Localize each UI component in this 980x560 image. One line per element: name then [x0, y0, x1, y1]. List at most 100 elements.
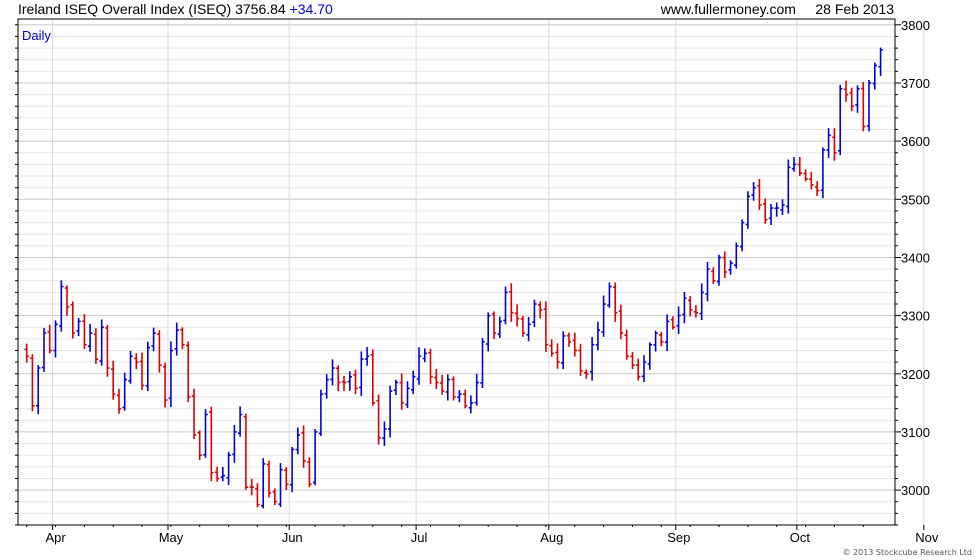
ohlc-bar — [705, 262, 710, 302]
ohlc-bar — [486, 312, 491, 352]
ohlc-bar — [157, 330, 162, 373]
x-tick-label: Nov — [915, 530, 939, 545]
ohlc-bar — [549, 339, 554, 357]
ohlc-bar — [474, 373, 479, 406]
ohlc-bar — [803, 169, 808, 182]
ohlc-bar — [330, 359, 335, 386]
ohlc-bar — [711, 267, 716, 284]
ohlc-bar — [555, 343, 560, 369]
ohlc-bar — [618, 304, 624, 340]
ohlc-bar — [324, 374, 329, 399]
ohlc-bar — [428, 348, 433, 385]
ohlc-bar — [647, 342, 652, 370]
ohlc-bar — [393, 379, 399, 396]
price-chart: 3000 3100 3200 3300 3400 3500 3600 3700 3800 Apr… — [15, 18, 972, 557]
copyright-text: © 2013 Stockcube Research Ltd — [842, 548, 972, 557]
ohlc-bar — [376, 394, 381, 445]
ohlc-bar — [30, 354, 35, 412]
ohlc-bar — [520, 316, 526, 337]
y-tick-label: 3200 — [901, 367, 930, 382]
ohlc-bar — [820, 147, 826, 199]
ohlc-bar — [336, 365, 341, 392]
ohlc-bar — [566, 332, 572, 347]
ohlc-bar — [526, 317, 531, 342]
ohlc-bar — [809, 171, 814, 190]
y-tick-label: 3000 — [901, 483, 930, 498]
ohlc-bar — [439, 374, 445, 395]
period-label: Daily — [22, 28, 51, 43]
ohlc-bar — [434, 368, 439, 389]
ohlc-bar — [59, 280, 64, 332]
ohlc-bar — [151, 327, 156, 352]
ohlc-bar — [872, 62, 877, 90]
ohlc-bar — [134, 353, 139, 370]
ohlc-bar — [826, 128, 831, 158]
ohlc-bar — [739, 219, 745, 252]
y-tick-label: 3600 — [901, 134, 930, 149]
ohlc-bar — [676, 306, 681, 334]
ohlc-bar — [180, 327, 185, 350]
ohlc-bar — [64, 285, 70, 316]
x-tick-label: Sep — [667, 530, 690, 545]
ohlc-bar — [387, 385, 393, 438]
ohlc-bar — [463, 389, 468, 409]
ohlc-bar — [572, 332, 577, 357]
ohlc-bar — [87, 323, 93, 352]
x-tick-label: Aug — [540, 530, 563, 545]
ohlc-bar — [595, 321, 601, 351]
ohlc-bar — [261, 458, 266, 509]
ohlc-bar — [289, 447, 295, 493]
ohlc-bar — [468, 395, 474, 414]
ohlc-bar — [699, 283, 704, 321]
x-tick-label: May — [159, 530, 184, 545]
ohlc-bar — [364, 347, 370, 366]
x-tick-label: Jul — [411, 530, 428, 545]
ohlc-bar — [41, 327, 47, 372]
ohlc-bar — [36, 365, 41, 415]
ohlc-bar — [93, 328, 99, 364]
y-tick-label: 3800 — [901, 18, 930, 33]
ohlc-bar — [272, 488, 277, 506]
y-tick-label: 3100 — [901, 425, 930, 440]
ohlc-bar — [82, 314, 87, 349]
ohlc-bar — [745, 191, 751, 229]
ohlc-bar — [70, 301, 75, 339]
ohlc-bar — [341, 375, 347, 392]
ohlc-bar — [734, 242, 739, 269]
ohlc-bar — [664, 314, 670, 352]
ohlc-bar — [843, 80, 849, 102]
y-tick-label: 3300 — [901, 309, 930, 324]
ohlc-bar — [312, 429, 318, 486]
ohlc-bar — [203, 409, 208, 458]
x-axis: AprMayJunJulAugSepOctNovDec2013Feb — [26, 525, 939, 545]
ohlc-bar — [399, 373, 404, 410]
ohlc-bar — [139, 352, 145, 390]
ohlc-bar — [480, 337, 485, 388]
ohlc-bar — [416, 347, 422, 385]
ohlc-bar — [601, 295, 606, 337]
ohlc-bar — [768, 203, 774, 225]
ohlc-bar — [814, 181, 820, 196]
ohlc-bar — [757, 178, 762, 210]
ohlc-bar — [630, 351, 635, 370]
ohlc-bar — [145, 341, 150, 392]
ohlc-bar — [457, 390, 462, 403]
ohlc-bar — [220, 467, 225, 482]
ohlc-bar — [116, 388, 122, 414]
ohlc-bar — [226, 451, 231, 485]
ohlc-bar — [797, 157, 802, 176]
ohlc-bar — [641, 355, 647, 382]
ohlc-bar — [99, 319, 104, 366]
ohlc-bar — [722, 251, 727, 278]
ohlc-bar — [266, 460, 272, 498]
y-tick-label: 3400 — [901, 251, 930, 266]
ohlc-bar — [849, 87, 854, 112]
y-tick-label: 3500 — [901, 192, 930, 207]
ohlc-bar — [688, 295, 693, 317]
y-axis: 3000 3100 3200 3300 3400 3500 3600 3700 3800 — [15, 18, 930, 526]
ohlc-bar — [855, 85, 860, 113]
ohlc-bar — [832, 128, 837, 161]
ohlc-bar — [780, 199, 785, 216]
x-tick-label: Jun — [282, 530, 303, 545]
ohlc-bar — [111, 360, 116, 400]
